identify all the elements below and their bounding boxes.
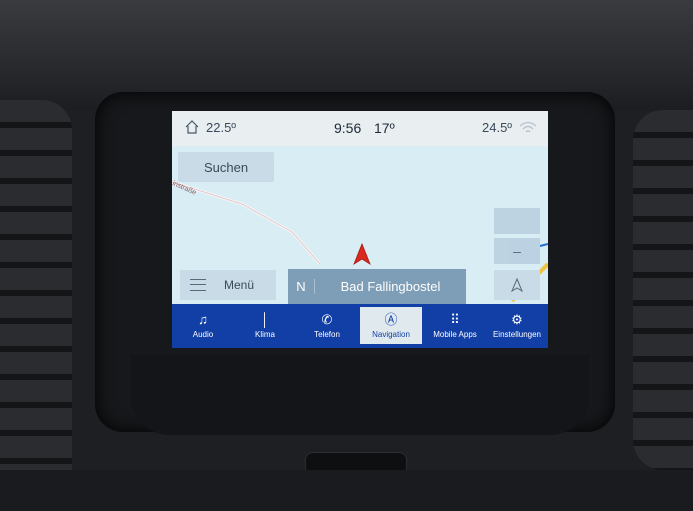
apps-grid-icon: ⠿ xyxy=(450,312,460,327)
tab-label: Audio xyxy=(192,330,214,339)
navigation-icon: Ⓐ xyxy=(384,311,398,327)
infotainment-screen: 22.5º 9:56 17º 24.5º instraße Suchen – M… xyxy=(172,111,548,348)
lower-console-tray xyxy=(130,355,590,435)
clock: 9:56 xyxy=(334,120,362,136)
tab-label: Navigation xyxy=(372,329,410,339)
tab-label: Klima xyxy=(254,330,275,339)
dashboard-bottom xyxy=(0,470,693,511)
tab-audio[interactable]: ♫ Audio xyxy=(172,304,234,348)
zoom-controls: – xyxy=(494,208,540,268)
zoom-out-button[interactable]: – xyxy=(494,238,540,264)
gear-icon: ⚙ xyxy=(511,312,523,327)
tab-mobile-apps[interactable]: ⠿ Mobile Apps xyxy=(424,304,486,348)
location-bar[interactable]: N Bad Fallingbostel xyxy=(288,269,466,304)
clock-temperature: 17º xyxy=(374,120,395,136)
compass-button[interactable] xyxy=(494,270,540,300)
tab-einstellungen[interactable]: ⚙ Einstellungen xyxy=(486,304,548,348)
phone-icon: ✆ xyxy=(321,312,333,327)
search-button[interactable]: Suchen xyxy=(178,152,274,182)
menu-label: Menü xyxy=(224,278,255,292)
inside-temperature: 24.5º xyxy=(482,120,513,135)
status-bar: 22.5º 9:56 17º 24.5º xyxy=(172,111,548,146)
music-note-icon: ♫ xyxy=(198,312,208,327)
current-location: Bad Fallingbostel xyxy=(340,279,441,294)
tab-telefon[interactable]: ✆ Telefon xyxy=(296,304,358,348)
tab-label: Telefon xyxy=(314,330,340,339)
tab-label: Mobile Apps xyxy=(433,330,477,339)
left-air-vent xyxy=(0,100,72,500)
navigation-arrow-icon xyxy=(353,242,371,265)
map-view[interactable]: instraße Suchen – Menü N Bad Fallingbost… xyxy=(172,146,548,304)
hamburger-icon xyxy=(190,279,206,291)
compass-arrow-icon xyxy=(511,278,523,292)
menu-button[interactable]: Menü xyxy=(180,270,276,300)
thermometer-icon: │ xyxy=(260,312,270,327)
right-air-vent xyxy=(633,110,693,470)
outside-temperature: 22.5º xyxy=(206,120,237,135)
wifi-icon xyxy=(519,121,537,133)
home-icon[interactable] xyxy=(184,119,200,135)
bottom-tab-bar: ♫ Audio │ Klima ✆ Telefon Ⓐ Navigation ⠿… xyxy=(172,304,548,348)
heading-indicator: N xyxy=(288,279,315,294)
zoom-in-button[interactable] xyxy=(494,208,540,234)
tab-navigation[interactable]: Ⓐ Navigation xyxy=(360,307,422,344)
tab-klima[interactable]: │ Klima xyxy=(234,304,296,348)
tab-label: Einstellungen xyxy=(492,330,542,339)
